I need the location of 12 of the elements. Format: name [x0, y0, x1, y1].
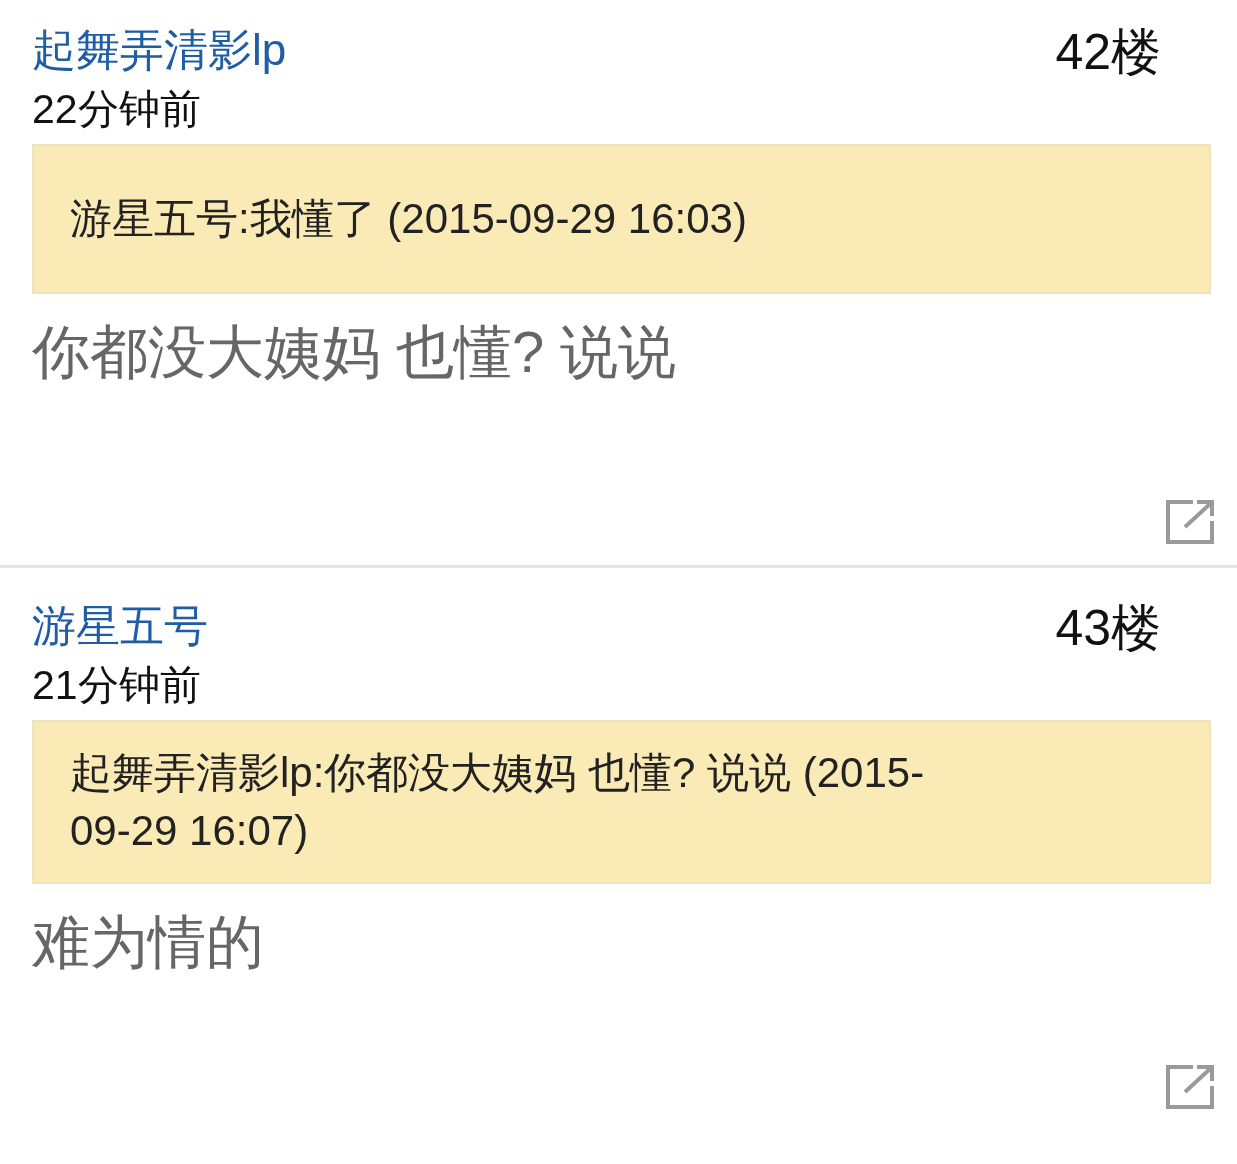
share-icon[interactable] [1165, 1064, 1215, 1110]
floor-number: 42楼 [1055, 23, 1161, 82]
floor-number: 43楼 [1055, 599, 1161, 658]
post-time: 21分钟前 [32, 661, 201, 710]
post-time: 22分钟前 [32, 85, 201, 134]
reply-text: 你都没大姨妈 也懂? 说说 [32, 318, 678, 386]
username-link[interactable]: 起舞弄清影lp [32, 22, 287, 78]
share-icon[interactable] [1165, 499, 1215, 545]
username-link[interactable]: 游星五号 [32, 598, 208, 654]
quote-text: 起舞弄清影lp:你都没大姨妈 也懂? 说说 (2015-09-29 16:07) [70, 748, 926, 856]
reply-text: 难为情的 [32, 908, 265, 976]
quote-text: 游星五号:我懂了 (2015-09-29 16:03) [70, 194, 747, 244]
